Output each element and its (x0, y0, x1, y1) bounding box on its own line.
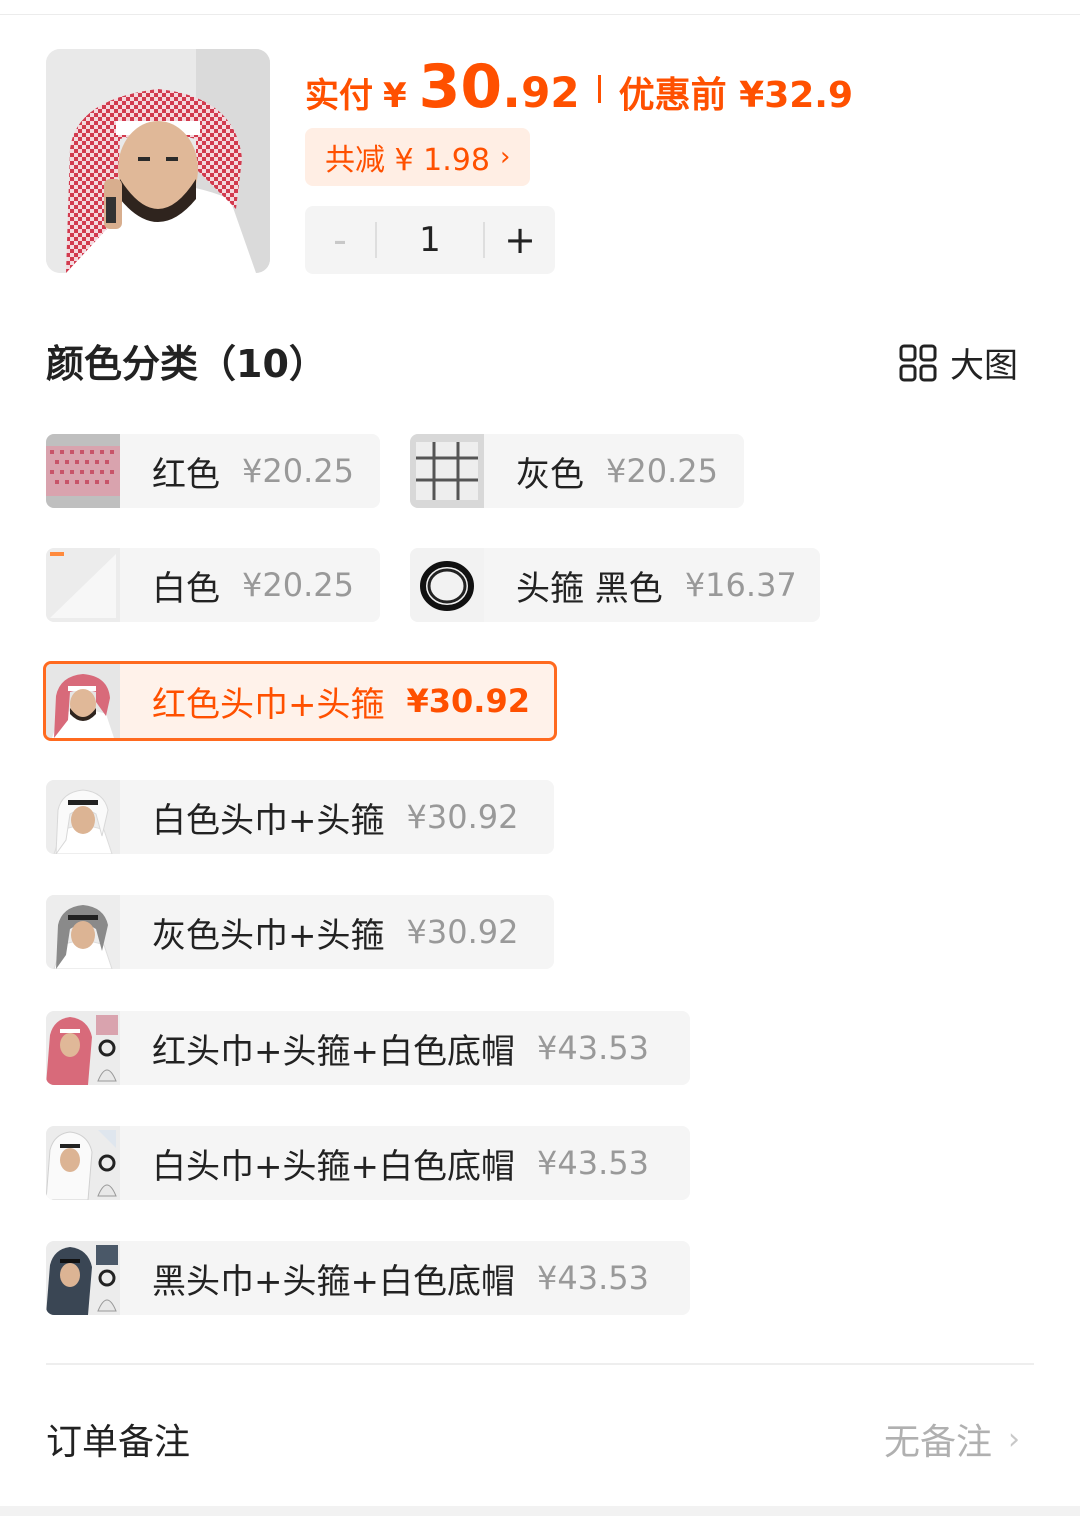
option-name: 红头巾+头箍+白色底帽 (152, 1031, 515, 1072)
discount-detail-button[interactable]: 共减 ¥ 1.98 › (305, 128, 531, 186)
option-white[interactable]: 白色 ¥20.25 (46, 548, 380, 622)
order-note-button[interactable]: 无备注 › (884, 1413, 1020, 1465)
paid-integer: 30 (418, 52, 503, 122)
section-title: 颜色分类（10） (46, 342, 327, 386)
option-name: 黑头巾+头箍+白色底帽 (152, 1261, 515, 1302)
model-grey-thumbnail (46, 895, 120, 969)
product-image[interactable] (46, 49, 270, 273)
combo-black-thumbnail (46, 1241, 120, 1315)
paid-label: 实付 (305, 76, 373, 116)
option-headband-black[interactable]: 头箍 黑色 ¥16.37 (410, 548, 820, 622)
price-summary: 实付 ¥ 30 . 92 优惠前 ¥32.9 (305, 52, 853, 132)
chevron-right-icon: › (1008, 1421, 1020, 1457)
grey-scarf-thumbnail (410, 434, 484, 508)
option-white-combo-cap[interactable]: 白头巾+头箍+白色底帽 ¥43.53 (46, 1126, 690, 1200)
paid-dot: . (502, 61, 522, 119)
option-price: ¥30.92 (406, 798, 519, 836)
order-note-label: 订单备注 (46, 1422, 191, 1463)
option-name: 白色头巾+头箍 (152, 800, 385, 841)
option-grey-scarf-headband[interactable]: 灰色头巾+头箍 ¥30.92 (46, 895, 554, 969)
chevron-right-icon: › (499, 142, 511, 172)
option-price: ¥43.53 (536, 1029, 649, 1067)
option-price: ¥30.92 (406, 913, 519, 951)
option-red-scarf-headband[interactable]: 红色头巾+头箍 ¥30.92 (43, 661, 557, 741)
option-red-combo-cap[interactable]: 红头巾+头箍+白色底帽 ¥43.53 (46, 1011, 690, 1085)
option-name: 白色 (152, 568, 220, 609)
top-divider (0, 14, 1080, 15)
option-name: 红色 (152, 454, 220, 495)
grid-icon (899, 344, 937, 381)
decrement-button[interactable]: - (305, 206, 375, 274)
option-price: ¥20.25 (242, 566, 354, 604)
quantity-stepper: - 1 + (305, 206, 555, 274)
option-white-scarf-headband[interactable]: 白色头巾+头箍 ¥30.92 (46, 780, 554, 854)
order-note-value: 无备注 (883, 1422, 992, 1463)
white-scarf-thumbnail (46, 548, 120, 622)
option-price: ¥20.25 (242, 452, 354, 490)
option-price: ¥43.53 (536, 1259, 649, 1297)
original-price: 优惠前 ¥32.9 (618, 75, 854, 116)
option-red[interactable]: 红色 ¥20.25 (46, 434, 380, 508)
option-name: 红色头巾+头箍 (152, 684, 385, 725)
model-red-thumbnail (46, 664, 120, 738)
bottom-band (0, 1506, 1080, 1516)
option-price: ¥30.92 (406, 682, 530, 720)
option-price: ¥43.53 (536, 1144, 649, 1182)
big-view-toggle[interactable]: 大图 (898, 338, 1018, 387)
option-price: ¥16.37 (684, 566, 797, 604)
red-scarf-thumbnail (46, 434, 120, 508)
section-divider (46, 1363, 1034, 1365)
option-black-combo-cap[interactable]: 黑头巾+头箍+白色底帽 ¥43.53 (46, 1241, 690, 1315)
discount-text: 共减 ¥ 1.98 (325, 143, 490, 178)
option-name: 头箍 黑色 (516, 568, 663, 609)
option-price: ¥20.25 (606, 452, 718, 490)
price-separator (597, 75, 601, 103)
black-ring-thumbnail (410, 548, 484, 622)
combo-red-thumbnail (46, 1011, 120, 1085)
option-grey[interactable]: 灰色 ¥20.25 (410, 434, 744, 508)
combo-white-thumbnail (46, 1126, 120, 1200)
option-name: 灰色 (516, 454, 584, 495)
paid-decimal: 92 (521, 68, 580, 117)
model-white-thumbnail (46, 780, 120, 854)
increment-button[interactable]: + (485, 206, 555, 274)
option-name: 白头巾+头箍+白色底帽 (152, 1146, 515, 1187)
option-name: 灰色头巾+头箍 (152, 915, 385, 956)
big-view-label: 大图 (950, 346, 1018, 386)
currency-symbol: ¥ (383, 76, 407, 116)
quantity-value[interactable]: 1 (377, 220, 483, 260)
